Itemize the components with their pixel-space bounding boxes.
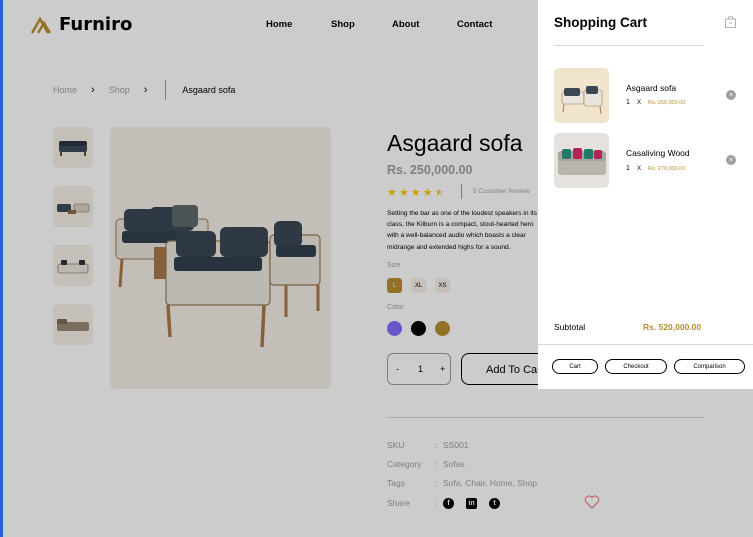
cart-item-price: Rs. 250,000.00	[648, 100, 686, 106]
cart-item-qty: 1	[626, 165, 630, 172]
cart-item-name: Casaliving Wood	[626, 148, 690, 158]
bag-icon[interactable]	[725, 16, 736, 28]
cart-item-multiply: X	[637, 100, 642, 106]
cart-item-image[interactable]	[554, 68, 609, 123]
subtotal-label: Subtotal	[554, 322, 586, 332]
cart-footer-divider	[538, 344, 753, 345]
cart-item-image[interactable]	[554, 133, 609, 188]
sofa-image	[561, 86, 603, 115]
shopping-cart-panel: Shopping Cart Asgaard sofa 1 X Rs. 250,0…	[538, 0, 753, 389]
remove-icon[interactable]: ×	[726, 90, 736, 100]
cart-title: Shopping Cart	[554, 15, 647, 30]
cart-divider	[554, 45, 704, 46]
cart-button[interactable]: Cart	[552, 359, 598, 374]
comparison-button[interactable]: Comparison	[674, 359, 745, 374]
cart-item-name: Asgaard sofa	[626, 83, 677, 93]
cart-item-price: Rs. 270,000.00	[648, 166, 686, 172]
cart-item-qty: 1	[626, 99, 630, 106]
checkout-button[interactable]: Checkout	[605, 359, 667, 374]
cart-item-multiply: X	[637, 166, 642, 172]
remove-icon[interactable]: ×	[726, 155, 736, 165]
couch-image	[558, 148, 606, 175]
subtotal-value: Rs. 520,000.00	[643, 322, 702, 332]
